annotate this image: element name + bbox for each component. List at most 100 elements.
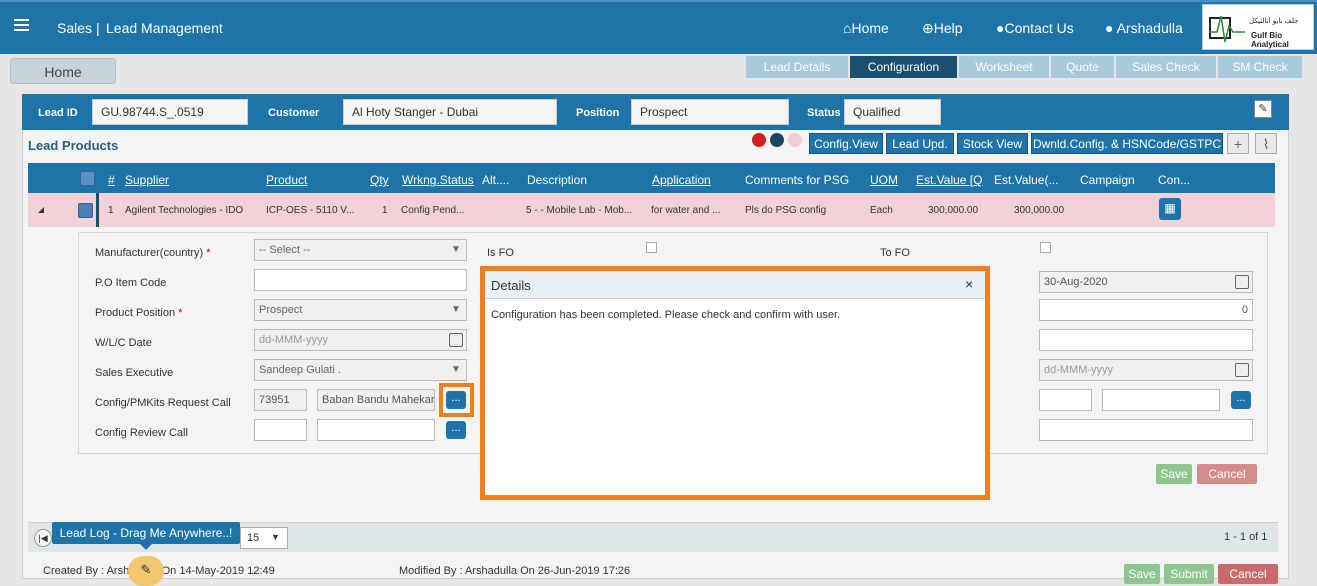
tooltip-arrow [140,544,152,550]
col-qty[interactable]: Qty [370,173,395,187]
stock-view-button[interactable]: Stock View [957,133,1028,154]
top-bar: Sales | Lead Management ⌂Home ⊕Help ●Con… [0,0,1317,54]
company-logo: جلف بايو انالتيكل Gulf Bio Analytical [1202,4,1314,50]
col-supplier[interactable]: Supplier [125,173,255,187]
chevron-down-icon[interactable]: ▼ [446,360,466,380]
po-item-code-label: P.O Item Code [95,277,167,289]
position-field[interactable]: Prospect [631,99,789,125]
user-menu[interactable]: ● Arshadulla [1105,20,1183,36]
lead-update-button[interactable]: Lead Upd. [886,133,954,154]
chevron-down-icon[interactable]: ▼ [446,300,466,320]
lead-log-handle[interactable]: Lead Log - Drag Me Anywhere..! [52,522,240,544]
col-campaign[interactable]: Campaign [1080,173,1150,187]
row-status: Config Pend... [401,205,465,216]
row-comments: Pls do PSG config [745,205,827,216]
highlight-box [439,383,474,417]
details-dialog: Details × Configuration has been complet… [480,266,990,500]
red-status-dot [752,133,766,147]
footer-cancel-button[interactable]: Cancel [1218,564,1278,584]
right-id-field[interactable] [1039,389,1092,411]
po-item-code-input[interactable] [254,269,467,291]
config-review-id-field[interactable] [254,419,307,441]
col-config[interactable]: Con... [1158,173,1198,187]
footer-submit-button[interactable]: Submit [1164,564,1214,584]
tab-sales-check[interactable]: Sales Check [1116,56,1216,78]
second-date-field[interactable]: dd-MMM-yyyy [1039,359,1253,381]
target-date-field[interactable]: 30-Aug-2020 [1039,271,1253,293]
first-page-icon[interactable]: |◀ [34,529,52,547]
col-description[interactable]: Description [527,173,637,187]
col-uom[interactable]: UOM [870,173,900,187]
chevron-down-icon[interactable]: ▼ [446,240,466,260]
calendar-icon[interactable] [449,333,463,347]
home-tab[interactable]: Home [10,58,116,84]
right-name-field[interactable] [1102,389,1220,411]
help-nav-link[interactable]: ⊕Help [922,20,963,37]
select-all-checkbox[interactable] [80,171,95,186]
row-uom: Each [870,205,893,216]
tab-quote[interactable]: Quote [1051,56,1114,78]
tab-configuration[interactable]: Configuration [850,56,957,78]
footer-save-button[interactable]: Save [1124,564,1160,584]
wlc-date-input[interactable]: dd-MMM-yyyy [254,329,467,351]
calendar-icon[interactable] [1235,275,1249,289]
col-est-value-q[interactable]: Est.Value [Q [916,173,988,187]
row-est-value-q: 300,000.00 [928,205,979,216]
customer-label: Customer [268,107,320,119]
right-review-field[interactable] [1039,419,1253,441]
col-alt[interactable]: Alt.... [482,173,520,187]
col-number[interactable]: # [108,173,120,187]
module-name[interactable]: Sales [57,20,92,36]
add-icon[interactable]: + [1227,133,1249,154]
close-icon[interactable]: × [965,276,973,292]
to-fo-checkbox[interactable] [1040,242,1051,253]
contact-us-nav-link[interactable]: ●Contact Us [996,20,1074,36]
col-product[interactable]: Product [266,173,356,187]
attachment-icon[interactable]: ⌇ [1255,133,1277,154]
grid-header: # Supplier Product Qty Wrkng.Status Alt.… [28,163,1275,193]
page-size-select[interactable]: 15 ▼ [240,527,288,549]
sales-executive-select[interactable]: Sandeep Gulati . [254,359,467,381]
config-request-name-field[interactable]: Baban Bandu Mahekar [317,389,435,411]
save-button[interactable]: Save [1156,464,1192,484]
row-number: 1 [108,205,114,216]
right-lookup-button[interactable]: ... [1231,391,1251,409]
table-row[interactable]: ◢ 1 Agilent Technologies - IDO ICP-OES -… [28,193,1275,227]
tab-sm-check[interactable]: SM Check [1218,56,1302,78]
calendar-icon[interactable] [1235,363,1249,377]
home-nav-link[interactable]: ⌂Home [843,20,889,36]
lead-id-field[interactable]: GU.98744.S_.0519 [92,99,248,125]
config-view-button[interactable]: Config.View [809,133,883,154]
download-config-button[interactable]: Dwnld.Config. & HSNCode/GSTPC [1031,133,1223,154]
tab-lead-details[interactable]: Lead Details [746,56,848,78]
menu-icon[interactable] [14,19,29,31]
col-comments[interactable]: Comments for PSG [745,173,860,187]
pager-range: 1 - 1 of 1 [1224,531,1268,543]
text-field[interactable] [1039,329,1253,351]
col-working-status[interactable]: Wrkng.Status [402,173,475,187]
manufacturer-select[interactable]: -- Select -- [254,239,467,261]
col-est-value[interactable]: Est.Value(... [994,173,1064,187]
config-review-lookup-button[interactable]: ... [446,421,466,439]
wlc-date-label: W/L/C Date [95,337,152,349]
config-grid-icon[interactable]: ▦ [1159,198,1181,220]
tab-worksheet[interactable]: Worksheet [959,56,1049,78]
status-field[interactable]: Qualified [844,99,941,125]
user-icon: ● [1105,20,1114,36]
col-application[interactable]: Application [652,173,737,187]
cancel-button[interactable]: Cancel [1197,464,1257,484]
customer-field[interactable]: Al Hoty Stanger - Dubai [343,99,557,125]
dialog-message: Configuration has been completed. Please… [491,309,841,321]
edit-icon[interactable]: ✎ [1254,100,1272,118]
lead-log-edit-icon[interactable]: ✎ [128,556,164,586]
modified-by: Modified By : Arshadulla On 26-Jun-2019 … [399,565,631,577]
config-review-name-field[interactable] [317,419,435,441]
product-position-select[interactable]: Prospect [254,299,467,321]
numeric-field[interactable]: 0 [1039,299,1253,321]
is-fo-checkbox[interactable] [646,242,657,253]
row-checkbox[interactable] [78,203,93,218]
lead-id-label: Lead ID [38,107,78,119]
expand-row-icon[interactable]: ◢ [38,205,44,214]
row-application: for water and ... [651,205,721,216]
config-request-id-field[interactable]: 73951 [254,389,307,411]
